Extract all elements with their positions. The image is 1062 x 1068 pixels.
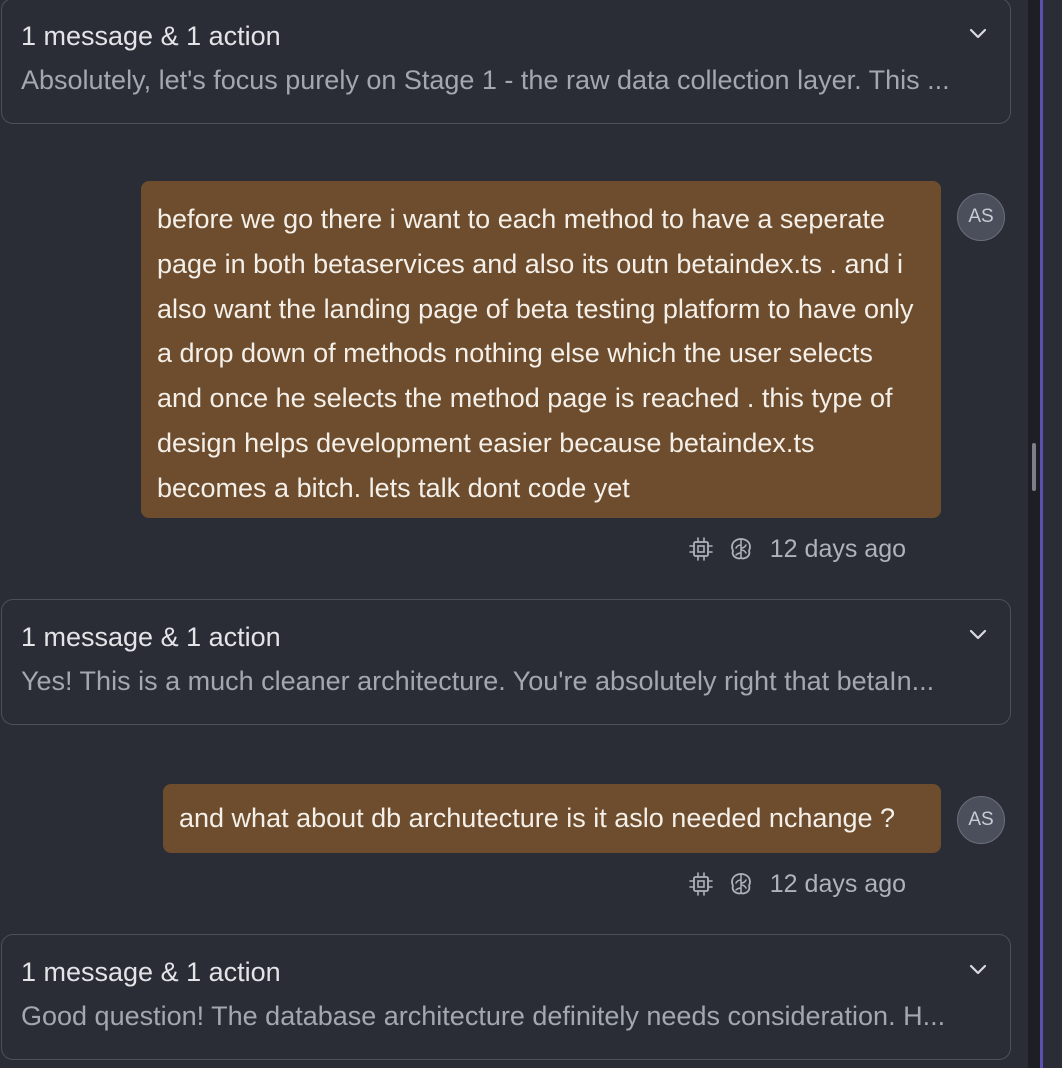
thread-card-title: 1 message & 1 action	[21, 622, 281, 652]
thread-card-preview: Good question! The database architecture…	[21, 1001, 946, 1031]
cpu-chip-icon[interactable]	[688, 871, 714, 897]
cpu-chip-icon[interactable]	[688, 536, 714, 562]
thread-card-preview: Absolutely, let's focus purely on Stage …	[21, 65, 950, 95]
message-timestamp: 12 days ago	[769, 534, 906, 563]
chevron-down-icon[interactable]	[968, 963, 988, 977]
avatar: AS	[957, 193, 1005, 241]
user-message-bubble: before we go there i want to each method…	[141, 181, 941, 518]
scrollbar-thumb[interactable]	[1032, 443, 1036, 491]
scrollbar-track[interactable]	[1028, 0, 1040, 1068]
message-timestamp: 12 days ago	[769, 869, 906, 898]
thread-card-title: 1 message & 1 action	[21, 21, 281, 51]
user-message-text: and what about db archutecture is it asl…	[179, 803, 896, 833]
thread-card-title: 1 message & 1 action	[21, 957, 281, 987]
message-meta: 12 days ago	[688, 869, 906, 899]
user-message-bubble: and what about db archutecture is it asl…	[163, 784, 941, 853]
chat-pane: 1 message & 1 action Absolutely, let's f…	[0, 0, 1028, 1068]
avatar: AS	[957, 796, 1005, 844]
adjacent-panel	[1043, 0, 1062, 1068]
message-meta: 12 days ago	[688, 534, 906, 564]
chevron-down-icon[interactable]	[968, 628, 988, 642]
assistant-thread-card[interactable]: 1 message & 1 action Yes! This is a much…	[1, 599, 1011, 725]
thread-card-preview: Yes! This is a much cleaner architecture…	[21, 666, 935, 696]
assistant-thread-card[interactable]: 1 message & 1 action Absolutely, let's f…	[1, 0, 1011, 124]
chevron-down-icon[interactable]	[968, 27, 988, 41]
user-message-text: before we go there i want to each method…	[157, 204, 914, 503]
brain-icon[interactable]	[728, 536, 754, 562]
brain-icon[interactable]	[728, 871, 754, 897]
assistant-thread-card[interactable]: 1 message & 1 action Good question! The …	[1, 934, 1011, 1060]
